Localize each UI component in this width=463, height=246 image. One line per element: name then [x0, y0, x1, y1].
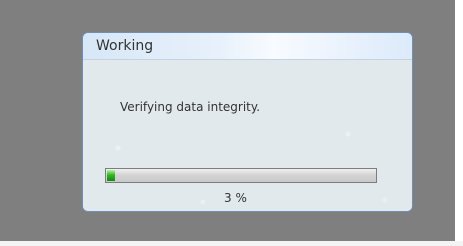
dialog-titlebar[interactable]: Working	[83, 33, 412, 60]
working-dialog: Working Verifying data integrity. 3 %	[82, 32, 413, 212]
screen-edge-bottom	[0, 241, 463, 246]
dialog-title: Working	[96, 38, 154, 54]
status-message: Verifying data integrity.	[120, 100, 261, 114]
dialog-content: Verifying data integrity. 3 %	[83, 60, 412, 211]
progress-fill	[107, 170, 115, 181]
screen-edge-right	[455, 0, 463, 246]
progress-bar	[105, 168, 377, 183]
progress-percentage: 3 %	[224, 191, 247, 205]
